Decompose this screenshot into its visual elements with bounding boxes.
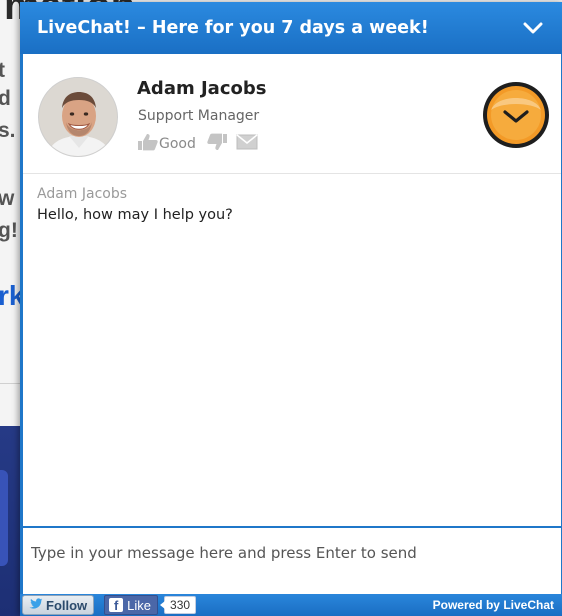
chat-title: LiveChat! – Here for you 7 days a week! xyxy=(37,18,429,38)
like-label: Like xyxy=(127,597,152,613)
thumbs-down-icon xyxy=(206,133,228,155)
facebook-icon: f xyxy=(109,598,124,613)
agent-panel: Adam Jacobs Support Manager Good xyxy=(23,54,561,174)
agent-name: Adam Jacobs xyxy=(137,78,267,99)
message-input[interactable] xyxy=(31,540,553,566)
background-text-line: d xyxy=(0,87,11,110)
clock-icon xyxy=(481,80,551,150)
avatar xyxy=(38,77,118,157)
message-text: Hello, how may I help you? xyxy=(37,207,233,223)
agent-role: Support Manager xyxy=(138,108,260,124)
like-count-badge: 330 xyxy=(160,596,197,614)
follow-label: Follow xyxy=(46,597,88,613)
message-list: Adam Jacobs Hello, how may I help you? xyxy=(23,174,561,526)
chat-footer: Follow f Like 330 Powered by LiveChat xyxy=(20,594,562,616)
background-text-line: g! xyxy=(0,219,18,242)
powered-by-link[interactable]: Powered by LiveChat xyxy=(433,598,554,612)
message-author: Adam Jacobs xyxy=(37,186,128,202)
facebook-like-button[interactable]: f Like xyxy=(104,595,159,615)
twitter-bird-icon xyxy=(29,597,43,613)
email-transcript-button[interactable] xyxy=(236,134,258,154)
envelope-icon xyxy=(236,134,258,154)
background-text-line: t xyxy=(0,59,5,82)
background-divider xyxy=(0,383,22,384)
rating-row: Good xyxy=(137,133,258,155)
twitter-follow-button[interactable]: Follow xyxy=(22,595,95,615)
chevron-down-icon[interactable] xyxy=(520,15,546,41)
message-input-area xyxy=(23,526,561,594)
rate-good-button[interactable]: Good xyxy=(137,133,196,155)
background-text-line: s. xyxy=(0,119,16,142)
rate-bad-button[interactable] xyxy=(206,133,228,155)
message-item: Adam Jacobs Hello, how may I help you? xyxy=(37,186,547,223)
rate-good-label: Good xyxy=(159,136,196,152)
livechat-window: LiveChat! – Here for you 7 days a week! … xyxy=(20,2,562,616)
chat-header[interactable]: LiveChat! – Here for you 7 days a week! xyxy=(20,2,562,54)
thumbs-up-icon xyxy=(137,133,159,155)
background-text-line: w xyxy=(0,187,15,210)
